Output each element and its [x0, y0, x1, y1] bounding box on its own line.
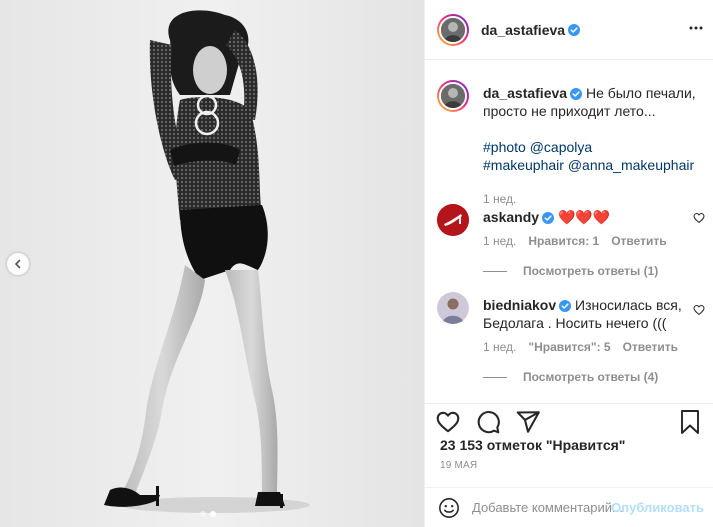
post-caption: da_astafieva Не было печали, просто не п… [437, 80, 707, 206]
comment-body: biedniakov Износилась вся, Бедолага . Но… [483, 296, 683, 332]
view-replies-button[interactable]: Посмотреть ответы (4) [483, 370, 658, 384]
avatar-image [437, 292, 469, 324]
likes-count[interactable]: 23 153 отметок "Нравится" [440, 437, 625, 453]
post-date[interactable]: 19 МАЯ [440, 460, 477, 471]
caption-tags-line-1[interactable]: #photo @capolya [483, 138, 703, 156]
publish-button[interactable]: Опубликовать [611, 500, 704, 515]
instagram-post: da_astafieva da_astafieva Не было печали… [0, 0, 713, 527]
carousel-dot [200, 511, 206, 517]
post-actions: 23 153 отметок "Нравится" 19 МАЯ [425, 403, 713, 487]
comments-list: da_astafieva Не было печали, просто не п… [425, 60, 713, 403]
view-replies-label: Посмотреть ответы (4) [523, 370, 659, 384]
action-icons [435, 409, 541, 435]
comment-likes[interactable]: "Нравится": 5 [528, 340, 610, 354]
verified-badge-icon [559, 300, 572, 312]
reply-button[interactable]: Ответить [623, 340, 678, 354]
comment-item: biedniakov Износилась вся, Бедолага . Но… [437, 292, 707, 392]
post-photo [0, 0, 424, 527]
avatar-image [441, 84, 465, 108]
comment-meta: 1 нед. Нравится: 1 Ответить [483, 234, 667, 248]
share-icon[interactable] [515, 409, 541, 435]
add-comment-bar: Опубликовать [425, 487, 713, 527]
comment-icon[interactable] [475, 409, 501, 435]
caption-avatar[interactable] [437, 80, 469, 112]
avatar-image [441, 17, 465, 42]
comment-time[interactable]: 1 нед. [483, 234, 516, 248]
verified-badge-icon [570, 88, 583, 100]
author-username[interactable]: da_astafieva [481, 22, 565, 38]
replies-divider [483, 376, 507, 378]
comment-avatar[interactable] [437, 204, 469, 236]
author-avatar[interactable] [437, 13, 469, 46]
view-replies-button[interactable]: Посмотреть ответы (1) [483, 264, 658, 278]
heart-icon[interactable] [435, 409, 461, 435]
carousel-dot-active [210, 511, 216, 517]
comment-text: ❤️❤️❤️ [557, 209, 611, 225]
comment-like-heart-icon[interactable] [693, 304, 705, 316]
bookmark-icon[interactable] [678, 409, 702, 435]
caption-body: da_astafieva Не было печали, просто не п… [483, 84, 703, 174]
avatar-image [437, 204, 469, 236]
view-replies-label: Посмотреть ответы (1) [523, 264, 659, 278]
comment-avatar[interactable] [437, 292, 469, 324]
verified-badge-icon [568, 23, 581, 36]
more-horizontal-icon[interactable] [688, 20, 704, 36]
comment-input[interactable] [472, 500, 622, 515]
carousel-indicator [200, 511, 216, 517]
replies-divider [483, 270, 507, 272]
comment-meta: 1 нед. "Нравится": 5 Ответить [483, 340, 678, 354]
comment-likes[interactable]: Нравится: 1 [528, 234, 599, 248]
chevron-left-icon [15, 259, 21, 269]
verified-badge-icon [542, 212, 555, 224]
post-media [0, 0, 424, 527]
comment-username[interactable]: askandy [483, 209, 539, 225]
comment-body: askandy ❤️❤️❤️ [483, 208, 683, 226]
caption-username[interactable]: da_astafieva [483, 85, 567, 101]
comment-time[interactable]: 1 нед. [483, 340, 516, 354]
emoji-icon[interactable] [438, 497, 460, 519]
comment-username[interactable]: biedniakov [483, 297, 556, 313]
caption-tags-line-2[interactable]: #makeuphair @anna_makeuphair [483, 156, 703, 174]
carousel-prev-button[interactable] [7, 253, 29, 275]
comment-like-heart-icon[interactable] [693, 212, 705, 224]
post-header: da_astafieva [425, 0, 713, 60]
reply-button[interactable]: Ответить [611, 234, 666, 248]
post-sidebar: da_astafieva da_astafieva Не было печали… [424, 0, 713, 527]
comment-item: askandy ❤️❤️❤️ 1 нед. Нравится: 1 Ответи… [437, 204, 707, 284]
